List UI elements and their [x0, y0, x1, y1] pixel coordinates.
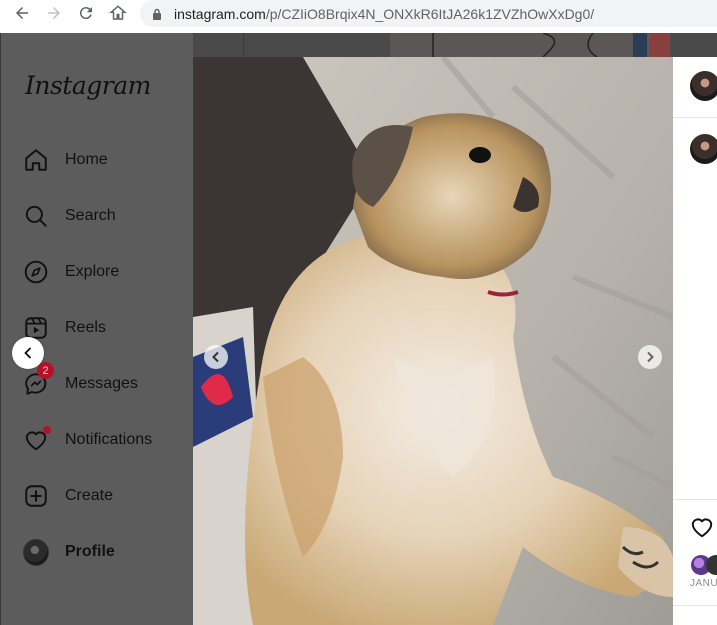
sidebar-item-label: Reels [65, 319, 106, 336]
carousel-next-button[interactable] [638, 345, 662, 369]
divider [673, 605, 717, 606]
notification-dot [43, 426, 51, 434]
chevron-right-icon [647, 351, 654, 363]
post-details-panel: JANU [673, 57, 717, 625]
lock-icon [153, 8, 161, 20]
previous-post-button[interactable] [12, 337, 44, 369]
sidebar-item-label: Home [65, 151, 108, 168]
heart-icon [23, 426, 51, 453]
reload-icon[interactable] [76, 3, 96, 23]
divider [673, 117, 717, 118]
home-page-icon[interactable] [108, 3, 128, 23]
post-photo [193, 57, 673, 625]
sidebar-item-label: Messages [65, 375, 138, 392]
browser-toolbar: instagram.com/p/CZIiO8Brqix4N_ONXkR6ItJA… [0, 0, 717, 27]
sidebar-item-label: Explore [65, 263, 120, 280]
like-heart-icon[interactable] [689, 514, 715, 540]
sidebar-item-create[interactable]: Create [23, 481, 113, 511]
carousel-prev-button[interactable] [204, 345, 228, 369]
post-date: JANU [690, 578, 717, 589]
sidebar-item-label: Profile [65, 543, 115, 560]
home-icon [23, 147, 49, 173]
author-avatar[interactable] [690, 71, 717, 101]
compass-icon [23, 259, 49, 285]
plus-square-icon [23, 483, 49, 509]
search-icon [23, 203, 49, 229]
sidebar: Instagram Home Search Explore Reels 2 Me… [1, 33, 193, 625]
sidebar-item-profile[interactable]: Profile [23, 537, 115, 567]
sidebar-item-notifications[interactable]: Notifications [23, 425, 152, 455]
back-arrow-icon[interactable] [12, 3, 32, 23]
instagram-logo[interactable]: Instagram [25, 71, 151, 100]
chevron-left-icon [212, 351, 219, 363]
sidebar-item-label: Create [65, 487, 114, 504]
chevron-left-icon [24, 347, 32, 359]
sidebar-item-search[interactable]: Search [23, 201, 116, 231]
forward-arrow-icon[interactable] [44, 3, 64, 23]
sidebar-item-label: Notifications [65, 431, 153, 448]
url-text: instagram.com/p/CZIiO8Brqix4N_ONXkR6ItJA… [174, 5, 595, 22]
avatar [23, 538, 49, 566]
comment-avatar[interactable] [690, 134, 717, 164]
address-bar[interactable]: instagram.com/p/CZIiO8Brqix4N_ONXkR6ItJA… [140, 0, 717, 27]
sidebar-item-home[interactable]: Home [23, 145, 108, 175]
messenger-icon: 2 [23, 362, 54, 397]
sidebar-item-explore[interactable]: Explore [23, 257, 119, 287]
background-feed-strip [193, 33, 717, 57]
sidebar-item-messages[interactable]: 2 Messages [23, 362, 138, 399]
divider [673, 499, 717, 500]
sidebar-item-label: Search [65, 207, 116, 224]
unread-count-badge: 2 [37, 362, 54, 379]
